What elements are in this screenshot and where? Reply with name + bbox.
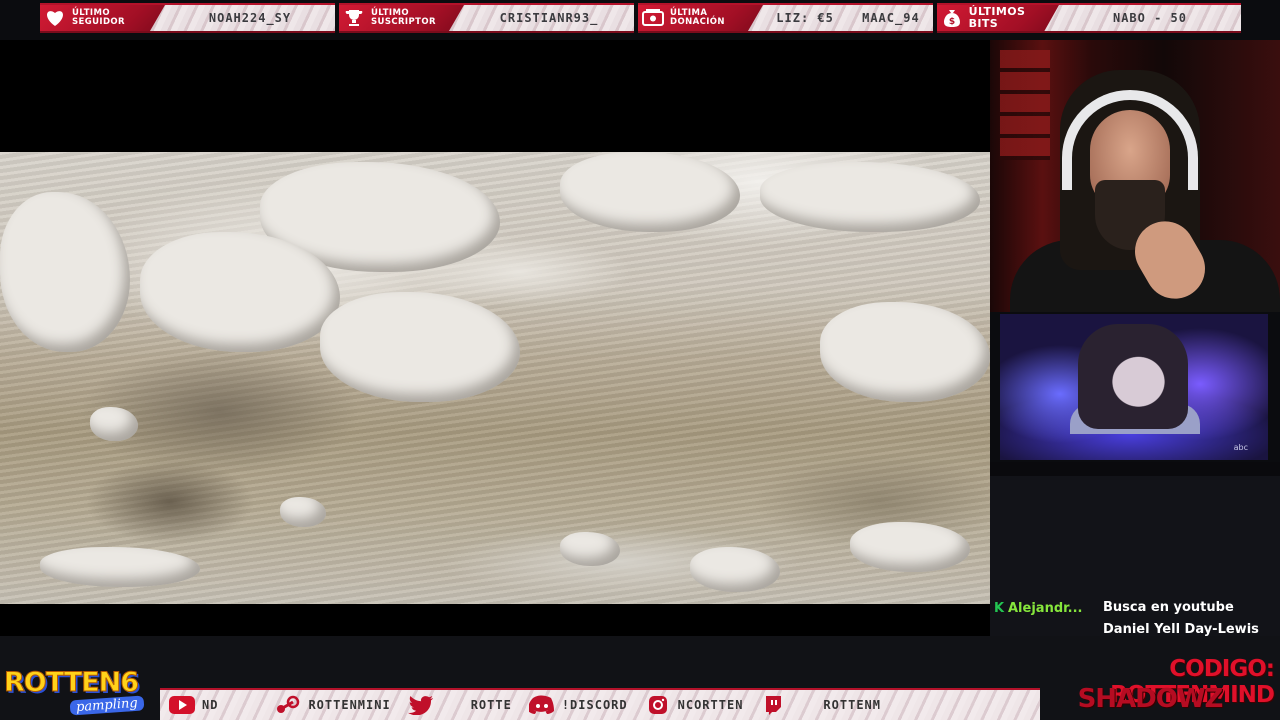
alert-label: Último suscriptor: [371, 8, 436, 27]
chat-message: K Alejandr... Busca en youtube Daniel Ye…: [990, 600, 1280, 641]
social-text: ND: [202, 698, 219, 712]
steam-icon: [274, 695, 302, 715]
alert-value: CRISTIANR93_: [499, 11, 599, 25]
social-text: NCORTTEN: [677, 698, 744, 712]
discord-icon: [528, 695, 556, 715]
social-twitter[interactable]: ROTTE: [399, 690, 520, 720]
last-donation-alert: Última donación LIZ: €5 MAAC_94: [638, 3, 933, 33]
svg-text:$: $: [949, 17, 955, 27]
alert-tag: $ Últimos bits: [937, 5, 1059, 31]
alert-label: Último seguidor: [72, 8, 125, 27]
last-bits-alert: $ Últimos bits NABO - 50: [937, 3, 1241, 33]
alert-value: NABO - 50: [1112, 11, 1188, 25]
twitter-icon: [407, 695, 435, 715]
main-video-player[interactable]: [0, 40, 990, 636]
donation-user: MAAC_94: [862, 11, 920, 25]
network-logo: abc: [1233, 443, 1248, 452]
social-twitch[interactable]: ROTTENM: [751, 690, 889, 720]
brand-subtitle: pampling: [69, 695, 145, 716]
social-youtube[interactable]: ND: [160, 690, 226, 720]
background-shelf: [1000, 50, 1050, 160]
heart-icon: [44, 7, 66, 29]
reaction-clip: abc: [1000, 314, 1268, 460]
alert-value: NOAH224_SY: [208, 11, 292, 25]
alert-label: Últimos bits: [968, 5, 1026, 30]
chat-text-line1: Busca en youtube: [1103, 600, 1234, 615]
social-links-bar: ND ROTTENMINI ROTTE !DISCORD NCORTTEN RO…: [160, 688, 1040, 720]
social-text: ROTTENMINI: [308, 698, 391, 712]
social-text: ROTTE: [470, 698, 512, 712]
alerts-bar: Último seguidor NOAH224_SY Último suscri…: [40, 3, 1241, 35]
video-frame-rocky-landscape: [0, 152, 990, 604]
alert-label: Última donación: [670, 8, 725, 27]
instagram-icon: [644, 695, 672, 715]
twitch-icon: [759, 695, 787, 715]
sponsor-logo: ROTTEN6 pampling: [3, 664, 164, 718]
chat-text: Busca en youtube Daniel Yell Day-Lewis: [1103, 597, 1280, 641]
streamer-webcam: [990, 40, 1280, 312]
donation-icon: [642, 7, 664, 29]
alert-tag: Última donación: [638, 5, 763, 31]
social-text: ROTTENM: [823, 698, 881, 712]
social-steam[interactable]: ROTTENMINI: [266, 690, 398, 720]
clip-separator: [990, 462, 1280, 476]
chat-username: Alejandr...: [1008, 601, 1083, 616]
kick-badge-icon: K: [993, 601, 1005, 616]
money-bag-icon: $: [941, 7, 963, 29]
alert-tag: Último seguidor: [40, 5, 165, 31]
donation-amount: LIZ: €5: [776, 11, 834, 25]
last-follower-alert: Último seguidor NOAH224_SY: [40, 3, 335, 33]
brand-title: ROTTEN6: [3, 667, 139, 699]
clip-person: [1078, 324, 1188, 429]
youtube-icon: [168, 695, 196, 715]
social-text: !DISCORD: [561, 698, 628, 712]
alert-tag: Último suscriptor: [339, 5, 464, 31]
alert-values: LIZ: €5 MAAC_94: [763, 11, 933, 25]
social-discord[interactable]: !DISCORD: [520, 690, 636, 720]
trophy-icon: [343, 7, 365, 29]
social-instagram[interactable]: NCORTTEN: [636, 690, 752, 720]
partner-logo: SHADOWZ: [1077, 684, 1224, 714]
last-subscriber-alert: Último suscriptor CRISTIANR93_: [339, 3, 634, 33]
